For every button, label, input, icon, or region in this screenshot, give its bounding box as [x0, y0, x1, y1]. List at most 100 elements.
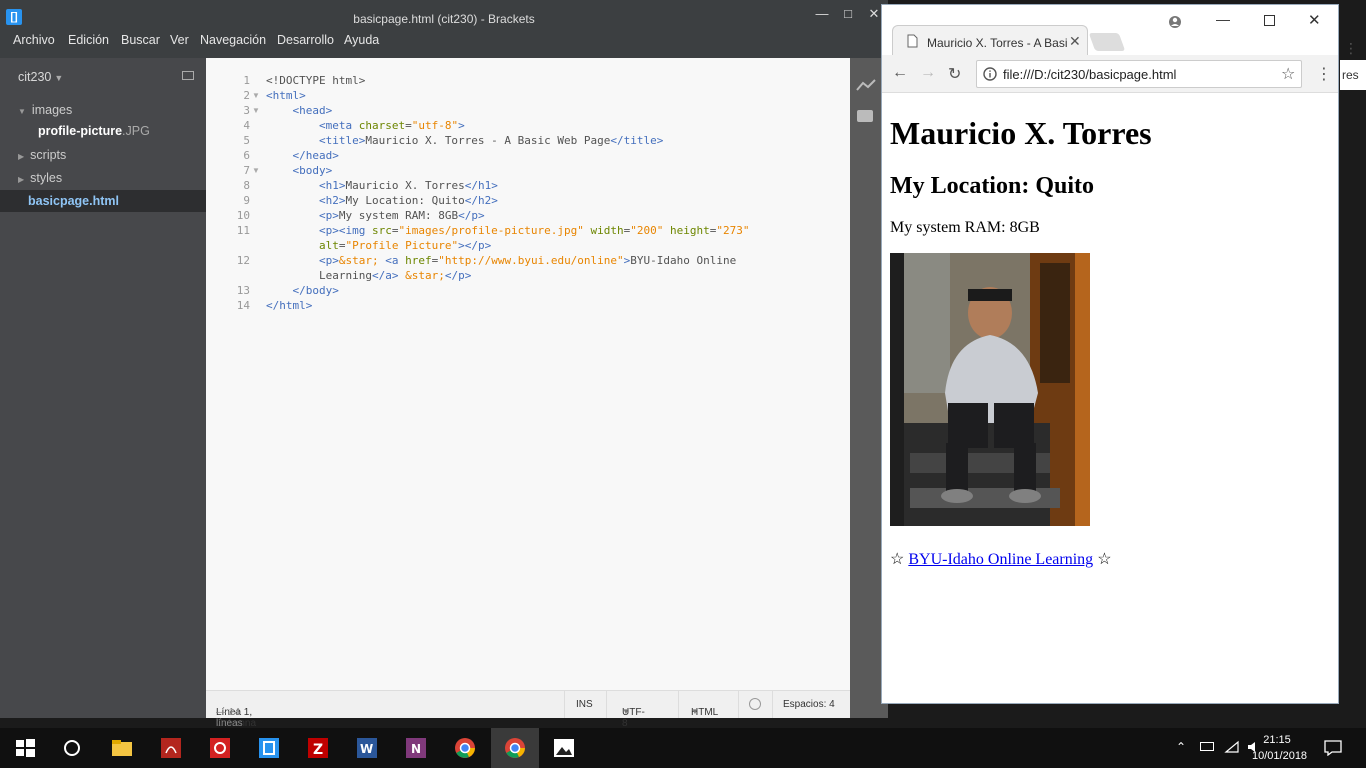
tab-title: Mauricio X. Torres - A Basic	[927, 36, 1067, 50]
page-content: Mauricio X. Torres My Location: Quito My…	[882, 93, 1338, 703]
profile-picture	[890, 253, 1090, 526]
notifications-icon[interactable]	[1324, 740, 1342, 756]
code-line: </body>	[292, 284, 339, 297]
code-line: <body>	[292, 164, 333, 177]
project-name: cit230	[18, 70, 52, 84]
brackets-icon[interactable]	[257, 736, 281, 760]
divider	[606, 691, 607, 718]
chevron-down-icon: ▼	[622, 707, 630, 716]
folder-images[interactable]: ▼ images	[18, 103, 72, 117]
selected-file-row[interactable]: basicpage.html	[0, 190, 206, 212]
menu-archivo[interactable]: Archivo	[13, 33, 55, 47]
close-icon[interactable]: ✕	[1308, 11, 1321, 29]
chevron-up-icon[interactable]: ⌃	[1176, 740, 1186, 754]
tab-close-icon[interactable]: ✕	[1069, 33, 1081, 50]
reload-icon[interactable]: ↻	[948, 64, 961, 84]
menu-bar: Archivo Edición Buscar Ver Navegación De…	[0, 30, 888, 50]
photos-icon[interactable]	[552, 736, 576, 760]
code-area: <!DOCTYPE html> <html> <head> <meta char…	[206, 73, 850, 333]
folder-label: scripts	[30, 148, 67, 162]
triangle-right-icon: ▶	[18, 152, 25, 161]
code-line: <title>Mauricio X. Torres - A Basic Web …	[318, 134, 664, 147]
indent-spaces[interactable]: Espacios: 4	[783, 699, 835, 710]
browser-tab[interactable]: Mauricio X. Torres - A Basic ✕	[892, 25, 1088, 55]
minimize-icon[interactable]: —	[1216, 11, 1230, 27]
maximize-icon[interactable]: □	[838, 4, 858, 24]
file-basicpage: basicpage.html	[28, 194, 119, 208]
menu-dots-icon[interactable]: ⋮	[1316, 64, 1332, 84]
insert-mode[interactable]: INS	[576, 699, 593, 710]
address-bar[interactable]: file:///D:/cit230/basicpage.html ☆	[976, 60, 1302, 88]
bookmark-star-icon[interactable]: ☆	[1281, 64, 1295, 84]
project-dropdown[interactable]: cit230 ▼	[18, 70, 63, 84]
word-icon[interactable]: W	[355, 736, 379, 760]
chrome-icon[interactable]	[503, 736, 527, 760]
more-icon: ⋮	[1344, 40, 1358, 56]
filezilla-icon[interactable]: Z	[306, 736, 330, 760]
background-window-text: res	[1342, 68, 1359, 82]
creative-cloud-icon[interactable]	[208, 736, 232, 760]
menu-ver[interactable]: Ver	[170, 33, 189, 47]
menu-navegacion[interactable]: Navegación	[200, 33, 266, 47]
forward-icon[interactable]: →	[920, 64, 936, 82]
triangle-right-icon: ▶	[18, 175, 25, 184]
star-glyph: ☆	[890, 551, 905, 568]
linter-status-icon[interactable]	[749, 698, 761, 710]
chevron-down-icon: ▼	[54, 73, 64, 83]
clock[interactable]: 21:15 10/01/2018	[1252, 732, 1308, 764]
code-line: <p>My system RAM: 8GB</p>	[318, 209, 485, 222]
clock-time: 21:15	[1263, 734, 1291, 746]
chrome-window: Mauricio X. Torres - A Basic ✕ — ✕ ← → ↻…	[881, 4, 1339, 704]
triangle-down-icon: ▼	[18, 107, 26, 116]
menu-ayuda[interactable]: Ayuda	[344, 33, 379, 47]
code-editor[interactable]: 1 2 3 4 5 6 7 8 9 10 11 12 13 14 ▼ ▼ ▼ <…	[206, 58, 850, 690]
file-explorer-icon[interactable]	[110, 736, 134, 760]
menu-desarrollo[interactable]: Desarrollo	[277, 33, 334, 47]
menu-buscar[interactable]: Buscar	[121, 33, 160, 47]
windows-start-icon[interactable]	[13, 736, 37, 760]
cortana-icon[interactable]	[60, 736, 84, 760]
file-profile-picture[interactable]: profile-picture.JPG	[38, 124, 150, 138]
code-line: <p><img src="images/profile-picture.jpg"…	[318, 224, 750, 237]
wifi-icon[interactable]	[1224, 740, 1240, 754]
browser-toolbar: ← → ↻ file:///D:/cit230/basicpage.html ☆…	[882, 55, 1338, 93]
live-preview-icon[interactable]	[856, 78, 876, 92]
byui-link[interactable]: BYU-Idaho Online Learning	[908, 551, 1093, 568]
tab-strip: Mauricio X. Torres - A Basic ✕ — ✕	[882, 5, 1338, 55]
onenote-icon[interactable]: N	[404, 736, 428, 760]
page-icon	[907, 34, 918, 48]
status-bar: Línea 1, Columna 1 — 14 líneas INS UTF-8…	[206, 690, 850, 740]
code-line: <p>&star; <a href="http://www.byui.edu/o…	[318, 254, 737, 267]
menu-edicion[interactable]: Edición	[68, 33, 109, 47]
new-tab-button[interactable]	[1088, 33, 1126, 51]
code-line: Learning</a> &star;</p>	[266, 269, 472, 282]
file-tree-sidebar: cit230 ▼ ▼ images profile-picture.JPG ▶ scr…	[0, 58, 206, 718]
chrome-icon[interactable]	[453, 736, 477, 760]
code-line: <h2>My Location: Quito</h2>	[318, 194, 498, 207]
battery-icon[interactable]	[1200, 742, 1214, 751]
code-line: <!DOCTYPE html>	[266, 74, 366, 87]
star-glyph: ☆	[1097, 551, 1112, 568]
code-line: <head>	[292, 104, 333, 117]
minimize-icon[interactable]: —	[812, 4, 832, 24]
acrobat-icon[interactable]	[159, 736, 183, 760]
file-extension: .JPG	[122, 124, 150, 138]
folder-styles[interactable]: ▶ styles	[18, 171, 62, 185]
info-icon[interactable]	[983, 67, 997, 81]
link-paragraph: ☆ BYU-Idaho Online Learning ☆	[890, 549, 1112, 569]
extension-manager-icon[interactable]	[857, 110, 873, 122]
split-view-icon[interactable]	[182, 71, 194, 80]
page-heading: Mauricio X. Torres	[890, 115, 1152, 151]
taskbar: Z W N ⌃ 21:15 10/01/2018	[0, 728, 1366, 768]
title-bar: [] basicpage.html (cit230) - Brackets — …	[0, 0, 888, 30]
maximize-icon[interactable]	[1264, 15, 1275, 26]
back-icon[interactable]: ←	[892, 64, 908, 82]
profile-photo-illustration	[890, 253, 1090, 526]
profile-icon[interactable]	[1168, 15, 1182, 29]
code-line: <h1>Mauricio X. Torres</h1>	[318, 179, 498, 192]
clock-date: 10/01/2018	[1252, 750, 1308, 762]
folder-scripts[interactable]: ▶ scripts	[18, 148, 66, 162]
code-line: alt="Profile Picture"></p>	[318, 239, 492, 252]
code-line: <html>	[266, 89, 306, 102]
code-line: <meta charset="utf-8">	[318, 119, 465, 132]
